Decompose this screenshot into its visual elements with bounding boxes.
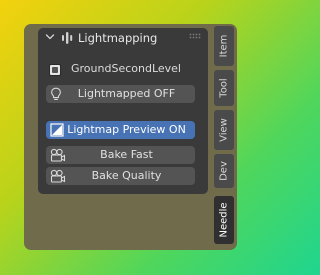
- tab-needle-label: Needle: [218, 202, 230, 238]
- bake-fast-label: Bake Fast: [100, 148, 153, 161]
- panel-header[interactable]: Lightmapping: [38, 28, 208, 50]
- tab-view-label: View: [218, 118, 230, 142]
- tab-dev-label: Dev: [218, 161, 230, 181]
- lightmap-icon: [62, 32, 73, 44]
- lightbulb-icon: [51, 87, 61, 100]
- lightmapped-toggle-button[interactable]: Lightmapped OFF: [46, 85, 195, 103]
- lightmap-preview-button[interactable]: Lightmap Preview ON: [46, 121, 195, 139]
- tab-tool[interactable]: Tool: [214, 70, 234, 106]
- chevron-down-icon[interactable]: [45, 32, 55, 42]
- tab-tool-label: Tool: [218, 78, 230, 98]
- image-preview-icon: [50, 123, 64, 137]
- tab-view[interactable]: View: [214, 110, 234, 150]
- tab-dev[interactable]: Dev: [214, 154, 234, 188]
- bake-quality-button[interactable]: Bake Quality: [46, 167, 195, 185]
- bake-fast-button[interactable]: Bake Fast: [46, 146, 195, 164]
- camera-icon: [50, 169, 66, 183]
- drag-grip-icon[interactable]: [189, 33, 201, 39]
- sidebar-region: Lightmapping GroundSecondLevel Lightmapp…: [24, 24, 237, 250]
- sidebar-tabs: Item Tool View Dev Needle: [212, 24, 237, 250]
- tab-needle[interactable]: Needle: [214, 196, 234, 244]
- object-name-label: GroundSecondLevel: [71, 62, 181, 75]
- tab-item-label: Item: [218, 34, 230, 58]
- object-lightmap-toggle[interactable]: GroundSecondLevel: [48, 62, 204, 78]
- panel-title: Lightmapping: [78, 31, 158, 45]
- bake-quality-label: Bake Quality: [91, 169, 162, 182]
- camera-icon: [50, 148, 66, 162]
- object-checkbox[interactable]: [49, 64, 61, 76]
- lightmap-preview-label: Lightmap Preview ON: [67, 123, 186, 136]
- tab-item[interactable]: Item: [214, 26, 234, 66]
- lightmapped-label: Lightmapped OFF: [77, 87, 176, 100]
- lightmapping-panel: Lightmapping GroundSecondLevel Lightmapp…: [38, 28, 208, 194]
